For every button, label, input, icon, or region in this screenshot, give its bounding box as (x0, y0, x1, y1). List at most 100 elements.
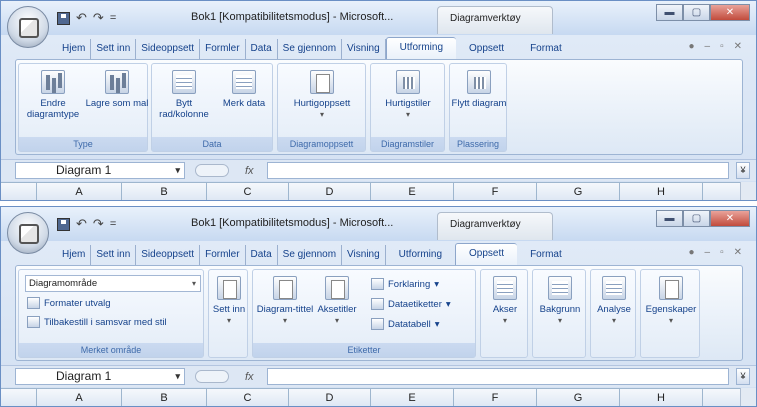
column-headers: A B C D E F G H (1, 182, 756, 200)
doc-close-icon[interactable]: ✕ (734, 247, 742, 258)
dropdown-arrow-icon[interactable]: ▾ (175, 163, 180, 178)
tab-se-gjennom[interactable]: Se gjennom (278, 245, 343, 265)
doc-close-icon[interactable]: ✕ (734, 41, 742, 52)
select-all-corner[interactable] (1, 389, 37, 406)
column-header-a[interactable]: A (37, 389, 122, 406)
quick-layout-button[interactable]: Hurtigoppsett ▾ (290, 68, 354, 120)
column-header-c[interactable]: C (207, 389, 289, 406)
column-header-h[interactable]: H (620, 183, 703, 200)
analysis-button[interactable]: Analyse ▾ (582, 274, 646, 326)
column-header-g[interactable]: G (537, 183, 620, 200)
tab-data[interactable]: Data (246, 245, 278, 265)
doc-restore-icon[interactable]: ▫ (720, 247, 724, 258)
tab-format[interactable]: Format (517, 39, 575, 59)
axis-titles-button[interactable]: Aksetitler ▾ (305, 274, 369, 326)
switch-row-column-button[interactable]: Bytt rad/kolonne (152, 68, 216, 120)
tab-utforming[interactable]: Utforming (386, 245, 455, 265)
quick-styles-icon (396, 70, 420, 94)
dropdown-arrow-icon[interactable]: ▾ (192, 276, 196, 291)
formula-cancel-pill[interactable] (195, 370, 229, 383)
tab-hjem[interactable]: Hjem (57, 39, 92, 59)
column-header-h[interactable]: H (620, 389, 703, 406)
customize-qat-icon[interactable]: = (110, 218, 116, 230)
tab-formler[interactable]: Formler (200, 39, 246, 59)
formula-input[interactable] (267, 368, 729, 385)
office-button-icon[interactable] (7, 212, 49, 254)
window-title: Bok1 [Kompatibilitetsmodus] - Microsoft.… (191, 11, 394, 23)
chart-elements-combo[interactable]: Diagramområde ▾ (25, 275, 201, 292)
save-as-template-button[interactable]: Lagre som mal (85, 68, 149, 109)
column-header-e[interactable]: E (371, 183, 454, 200)
chart-tools-label: Diagramverktøy (450, 219, 521, 230)
save-icon[interactable] (57, 11, 70, 25)
dropdown-arrow-icon[interactable]: ▾ (175, 369, 180, 384)
help-icon[interactable]: ● (688, 41, 694, 52)
minimize-icon[interactable]: ▬ (656, 210, 683, 227)
dropdown-arrow-icon: ▾ (405, 110, 410, 119)
help-icon[interactable]: ● (688, 247, 694, 258)
select-data-button[interactable]: Merk data (212, 68, 276, 109)
tab-oppsett[interactable]: Oppsett (455, 243, 518, 265)
tab-utforming[interactable]: Utforming (385, 37, 457, 59)
name-box[interactable]: Diagram 1 ▾ (15, 162, 185, 179)
select-all-corner[interactable] (1, 183, 37, 200)
tab-data[interactable]: Data (246, 39, 278, 59)
doc-restore-icon[interactable]: ▫ (720, 41, 724, 52)
tab-formler[interactable]: Formler (200, 245, 246, 265)
properties-button[interactable]: Egenskaper ▾ (639, 274, 703, 326)
tab-sideoppsett[interactable]: Sideoppsett (136, 39, 201, 59)
change-chart-type-button[interactable]: Endre diagramtype (21, 68, 85, 120)
legend-button[interactable]: Forklaring ▾ (371, 276, 439, 292)
undo-icon[interactable]: ↶ (76, 10, 87, 26)
formula-input[interactable] (267, 162, 729, 179)
quick-styles-button[interactable]: Hurtigstiler ▾ (376, 68, 440, 120)
tab-oppsett[interactable]: Oppsett (456, 39, 517, 59)
expand-formula-bar-icon[interactable]: ¥ (736, 368, 750, 385)
column-header-c[interactable]: C (207, 183, 289, 200)
data-labels-button[interactable]: Dataetiketter ▾ (371, 296, 451, 312)
column-header-f[interactable]: F (454, 183, 537, 200)
tab-sett-inn[interactable]: Sett inn (91, 39, 137, 59)
column-header-b[interactable]: B (122, 389, 207, 406)
column-header-e[interactable]: E (371, 389, 454, 406)
column-header-g[interactable]: G (537, 389, 620, 406)
column-header-b[interactable]: B (122, 183, 207, 200)
vertical-scrollbar[interactable] (740, 388, 756, 406)
expand-formula-bar-icon[interactable]: ¥ (736, 162, 750, 179)
move-chart-button[interactable]: Flytt diagram (447, 68, 511, 109)
save-icon[interactable] (57, 217, 70, 231)
fx-icon[interactable]: fx (245, 371, 254, 383)
column-header-f[interactable]: F (454, 389, 537, 406)
close-icon[interactable]: ✕ (710, 4, 750, 21)
customize-qat-icon[interactable]: = (110, 12, 116, 24)
close-icon[interactable]: ✕ (710, 210, 750, 227)
redo-icon[interactable]: ↷ (93, 216, 104, 232)
tab-format[interactable]: Format (517, 245, 575, 265)
data-table-button[interactable]: Datatabell ▾ (371, 316, 440, 332)
column-header-a[interactable]: A (37, 183, 122, 200)
tab-visning[interactable]: Visning (342, 39, 386, 59)
fx-icon[interactable]: fx (245, 165, 254, 177)
column-header-d[interactable]: D (289, 389, 371, 406)
select-data-label: Merk data (222, 98, 266, 109)
redo-icon[interactable]: ↷ (93, 10, 104, 26)
tab-se-gjennom[interactable]: Se gjennom (278, 39, 343, 59)
maximize-icon[interactable]: ▢ (683, 210, 710, 227)
analysis-label: Analyse (597, 304, 631, 315)
office-button-icon[interactable] (7, 6, 49, 48)
vertical-scrollbar[interactable] (740, 182, 756, 200)
tab-sett-inn[interactable]: Sett inn (91, 245, 137, 265)
tab-sideoppsett[interactable]: Sideoppsett (136, 245, 201, 265)
undo-icon[interactable]: ↶ (76, 216, 87, 232)
doc-minimize-icon[interactable]: – (705, 41, 711, 52)
reset-to-match-style-button[interactable]: Tilbakestill i samsvar med stil (27, 314, 167, 330)
tab-hjem[interactable]: Hjem (57, 245, 92, 265)
format-selection-button[interactable]: Formater utvalg (27, 295, 111, 311)
minimize-icon[interactable]: ▬ (656, 4, 683, 21)
tab-visning[interactable]: Visning (342, 245, 386, 265)
formula-cancel-pill[interactable] (195, 164, 229, 177)
column-header-d[interactable]: D (289, 183, 371, 200)
maximize-icon[interactable]: ▢ (683, 4, 710, 21)
name-box[interactable]: Diagram 1 ▾ (15, 368, 185, 385)
doc-minimize-icon[interactable]: – (705, 247, 711, 258)
